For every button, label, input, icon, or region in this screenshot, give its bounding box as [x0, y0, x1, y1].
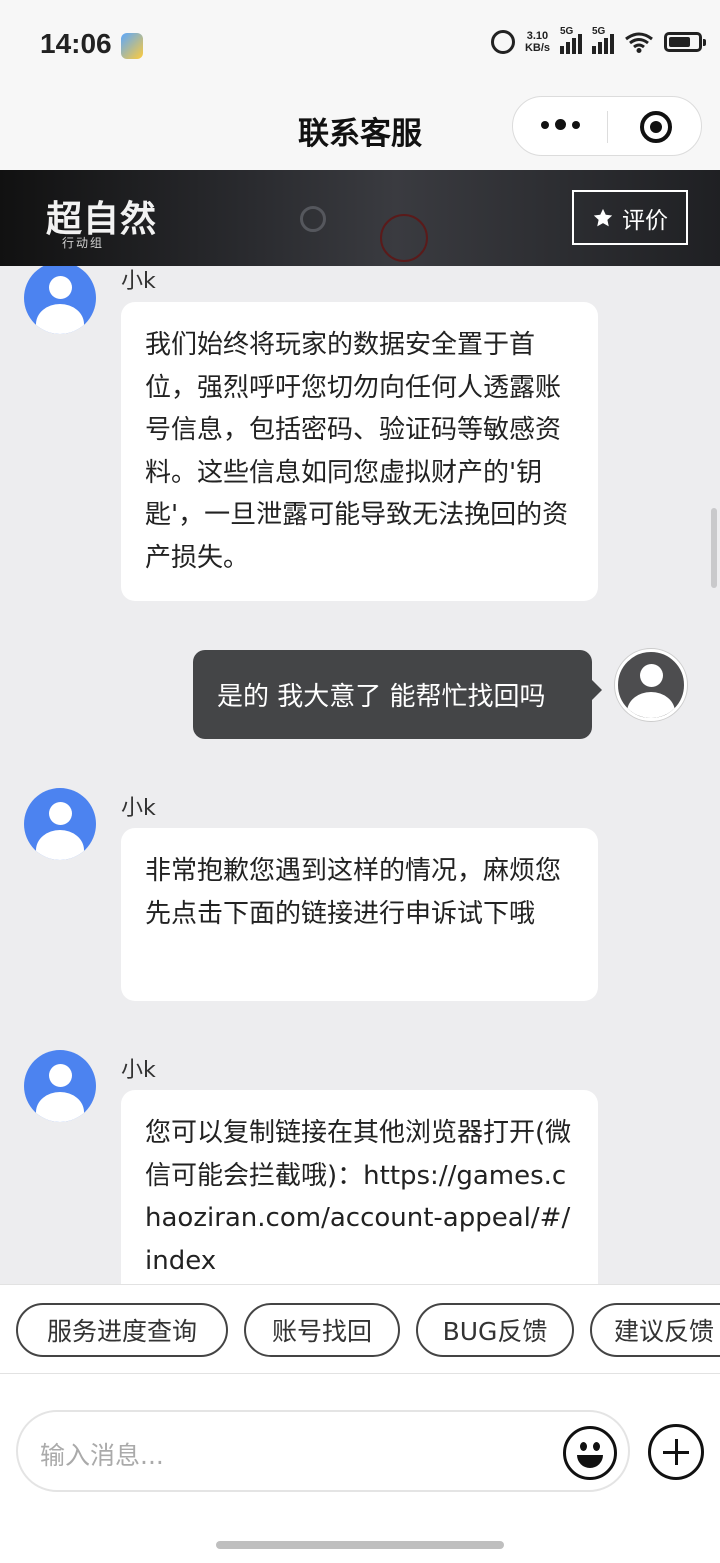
sender-name: 小k	[121, 796, 156, 821]
message-bubble: 非常抱歉您遇到这样的情况，麻烦您先点击下面的链接进行申诉试下哦	[121, 828, 598, 1001]
sender-name: 小k	[121, 1058, 156, 1083]
decoration	[380, 214, 428, 262]
input-bar: 输入消息...	[0, 1374, 720, 1563]
message-bubble[interactable]: 您可以复制链接在其他浏览器打开(微信可能会拦截哦)：https://games.…	[121, 1090, 598, 1284]
user-avatar	[615, 649, 687, 721]
quick-reply-suggestion[interactable]: 建议反馈	[590, 1303, 720, 1357]
scrollbar[interactable]	[711, 508, 717, 588]
rate-button[interactable]: 评价	[572, 190, 688, 245]
agent-avatar	[24, 1050, 96, 1122]
quick-reply-bar[interactable]: 服务进度查询 账号找回 BUG反馈 建议反馈	[0, 1284, 720, 1374]
status-icons: 3.10 KB/s 5G 5G	[490, 26, 706, 54]
plus-icon[interactable]	[648, 1424, 704, 1480]
home-indicator[interactable]	[216, 1541, 504, 1549]
input-placeholder: 输入消息...	[40, 1441, 164, 1470]
emoji-icon[interactable]	[563, 1426, 617, 1480]
mini-program-capsule	[512, 96, 702, 156]
sender-name: 小k	[121, 269, 156, 294]
battery-icon	[664, 32, 706, 52]
signal-icon: 5G	[592, 26, 614, 54]
capsule-divider	[607, 111, 608, 143]
alarm-icon	[490, 30, 515, 54]
quick-reply-account-recovery[interactable]: 账号找回	[244, 1303, 400, 1357]
navigation-bar: 联系客服	[0, 92, 720, 170]
agent-avatar	[24, 788, 96, 860]
chat-messages[interactable]: 小k 我们始终将玩家的数据安全置于首位，强烈呼吁您切勿向任何人透露账号信息，包括…	[0, 266, 720, 1284]
game-banner: 超自然 行动组 评价	[0, 170, 720, 266]
rate-label: 评价	[622, 207, 668, 234]
quick-reply-service-progress[interactable]: 服务进度查询	[16, 1303, 228, 1357]
network-speed: 3.10 KB/s	[524, 30, 550, 54]
quick-reply-bug-feedback[interactable]: BUG反馈	[416, 1303, 574, 1357]
app-notification-icon	[121, 33, 143, 59]
status-time: 14:06	[40, 28, 112, 59]
star-icon	[593, 208, 613, 226]
message-input[interactable]: 输入消息...	[16, 1410, 630, 1492]
agent-avatar	[24, 266, 96, 334]
game-logo-subtitle: 行动组	[62, 236, 105, 250]
message-bubble: 我们始终将玩家的数据安全置于首位，强烈呼吁您切勿向任何人透露账号信息，包括密码、…	[121, 302, 598, 601]
more-dots-icon[interactable]	[541, 119, 580, 130]
signal-icon: 5G	[560, 26, 582, 54]
target-icon[interactable]	[640, 111, 672, 143]
user-message-bubble: 是的 我大意了 能帮忙找回吗	[193, 650, 602, 739]
decoration	[300, 206, 326, 232]
wifi-icon	[625, 32, 653, 53]
status-bar: 14:06 3.10 KB/s 5G 5G	[0, 0, 720, 92]
